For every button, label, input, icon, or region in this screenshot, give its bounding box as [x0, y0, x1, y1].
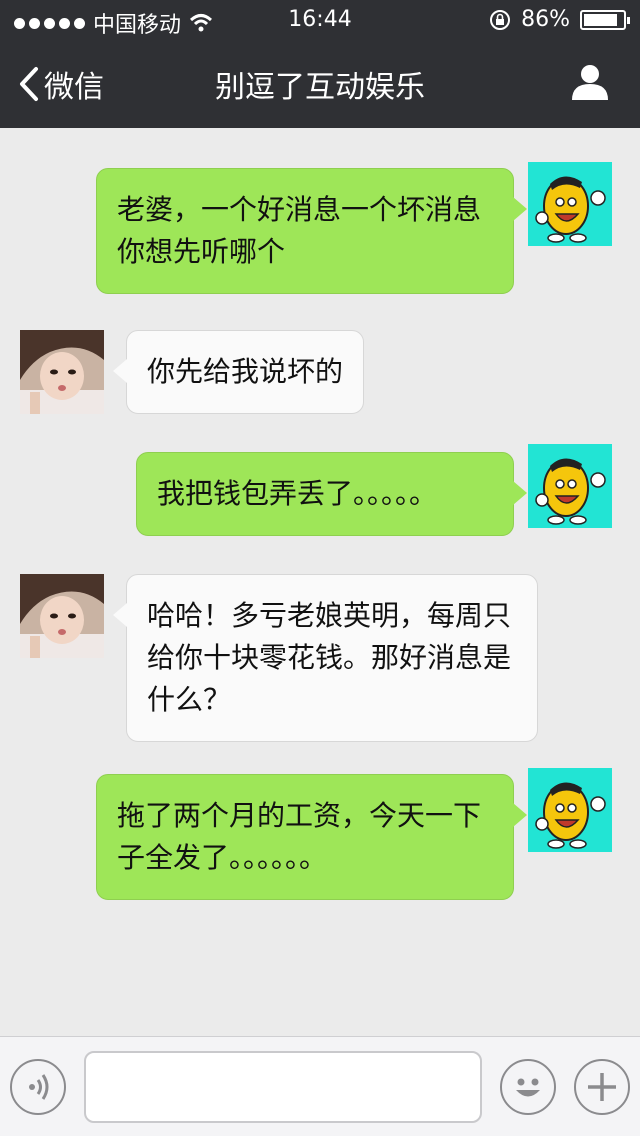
my-avatar[interactable]	[528, 444, 612, 528]
chat-title: 别逗了互动娱乐	[215, 70, 425, 105]
message-text-line: 你想先听哪个	[117, 235, 286, 268]
nav-bar: 微信 别逗了互动娱乐	[0, 40, 640, 128]
emoji-icon	[516, 1078, 540, 1097]
user-profile-icon[interactable]	[570, 62, 610, 102]
message-text-line: 我把钱包弄丢了。。。。。	[157, 477, 438, 510]
my-avatar[interactable]	[528, 768, 612, 852]
message-text-line: 子全发了。。。。。。	[117, 841, 328, 874]
message-text-line: 老婆，一个好消息一个坏消息	[117, 193, 482, 226]
message-text-line: 给你十块零花钱。那好消息是	[147, 641, 512, 674]
received-message-bubble[interactable]: 哈哈！多亏老娘英明，每周只 给你十块零花钱。那好消息是 什么？	[113, 574, 538, 742]
input-bar	[0, 1036, 640, 1136]
message-text-line: 你先给我说坏的	[147, 355, 344, 388]
status-right: 86%	[489, 7, 630, 32]
message-text-line: 拖了两个月的工资，今天一下	[117, 799, 482, 832]
message-input[interactable]	[84, 1051, 482, 1123]
battery-icon	[580, 9, 630, 30]
message-text-line: 哈哈！多亏老娘英明，每周只	[147, 599, 512, 632]
message-text-line: 什么？	[147, 683, 232, 716]
plus-icon	[588, 1073, 616, 1101]
voice-button[interactable]	[10, 1059, 66, 1115]
top-bar: 中国移动 16:44 86% 微信 别逗了互动娱乐	[0, 0, 640, 128]
my-avatar[interactable]	[528, 162, 612, 246]
contact-avatar[interactable]	[20, 330, 104, 414]
rotation-lock-icon	[490, 9, 511, 30]
status-bar: 中国移动 16:44 86%	[0, 0, 640, 40]
voice-icon	[29, 1074, 49, 1100]
contact-avatar[interactable]	[20, 574, 104, 658]
sent-message-bubble[interactable]: 拖了两个月的工资，今天一下 子全发了。。。。。。	[96, 774, 527, 900]
more-button[interactable]	[574, 1059, 630, 1115]
chat-area[interactable]: 老婆，一个好消息一个坏消息 你想先听哪个你先给我说坏的我把钱包弄丢了。。。。。哈哈…	[0, 128, 640, 1036]
emoji-button[interactable]	[500, 1059, 556, 1115]
received-message-bubble[interactable]: 你先给我说坏的	[113, 330, 364, 414]
sent-message-bubble[interactable]: 我把钱包弄丢了。。。。。	[136, 452, 527, 536]
battery-percent: 86%	[521, 7, 570, 32]
sent-message-bubble[interactable]: 老婆，一个好消息一个坏消息 你想先听哪个	[96, 168, 527, 294]
